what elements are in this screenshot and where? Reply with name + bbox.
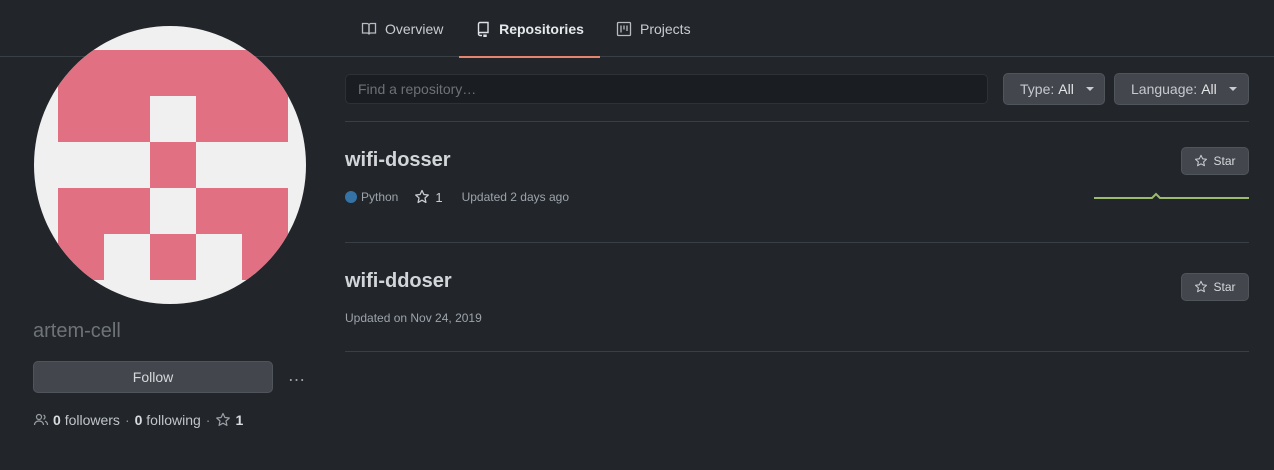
activity-sparkline: [1094, 192, 1249, 199]
repo-name-link[interactable]: wifi-ddoser: [345, 270, 452, 293]
caret-down-icon: [1228, 87, 1237, 91]
star-icon: [1195, 154, 1208, 167]
more-options-button[interactable]: …: [285, 366, 309, 388]
type-filter-label: Type:: [1020, 81, 1055, 97]
type-filter-value: All: [1058, 81, 1074, 97]
repo-name-link[interactable]: wifi-dosser: [345, 149, 451, 172]
language-filter-dropdown[interactable]: Language: All: [1114, 73, 1249, 105]
caret-down-icon: [1085, 87, 1094, 91]
repo-meta: Python 1 Updated 2 days ago: [345, 189, 569, 205]
avatar[interactable]: [34, 26, 306, 304]
star-button[interactable]: Star: [1181, 147, 1249, 175]
language-filter-value: All: [1201, 81, 1217, 97]
language-color-dot: [345, 191, 357, 203]
avatar-block: [196, 96, 288, 142]
following-label: following: [146, 412, 201, 428]
tab-projects[interactable]: Projects: [600, 0, 707, 57]
repo-icon: [477, 21, 489, 37]
avatar-block: [196, 188, 288, 234]
project-icon: [616, 21, 632, 36]
language-filter-label: Language:: [1131, 81, 1198, 97]
tab-repositories[interactable]: Repositories: [459, 0, 600, 58]
star-button[interactable]: Star: [1181, 273, 1249, 301]
repo-updated: Updated 2 days ago: [461, 190, 570, 204]
star-icon: [415, 189, 430, 204]
follow-button[interactable]: Follow: [33, 361, 273, 393]
repository-search-input[interactable]: [345, 74, 988, 104]
profile-username: artem-cell: [33, 320, 121, 342]
followers-link[interactable]: 0 followers: [53, 412, 120, 428]
avatar-block: [58, 50, 288, 96]
stars-link[interactable]: 1: [215, 412, 243, 428]
avatar-block: [242, 234, 288, 280]
repo-meta: Updated on Nov 24, 2019: [345, 310, 482, 326]
stats-separator: ·: [124, 412, 130, 428]
book-icon: [361, 22, 377, 35]
repo-language: Python: [361, 190, 399, 204]
tab-overview-label: Overview: [385, 20, 444, 37]
followers-count: 0: [53, 412, 61, 428]
avatar-block: [58, 96, 150, 142]
star-button-label: Star: [1213, 154, 1236, 168]
repo-updated: Updated on Nov 24, 2019: [345, 311, 482, 325]
following-count: 0: [134, 412, 143, 428]
avatar-block: [58, 234, 104, 280]
followers-label: followers: [64, 412, 120, 428]
divider: [345, 242, 1249, 243]
divider: [345, 121, 1249, 122]
divider: [345, 351, 1249, 352]
stats-separator: ·: [205, 412, 211, 428]
tab-repositories-label: Repositories: [499, 20, 584, 37]
avatar-block: [150, 234, 196, 280]
repo-star-count: 1: [435, 189, 443, 205]
avatar-block: [58, 188, 150, 234]
repo-stargazers-link[interactable]: 1: [414, 189, 443, 205]
tab-overview[interactable]: Overview: [345, 0, 459, 57]
follow-stats: 0 followers · 0 following · 1: [33, 411, 243, 429]
following-link[interactable]: 0 following: [135, 412, 201, 428]
people-icon: [33, 413, 49, 426]
star-icon: [216, 412, 231, 426]
star-icon: [1195, 280, 1208, 293]
avatar-block: [150, 142, 196, 188]
profile-page: Overview Repositories Projects artem-cel…: [0, 0, 1274, 470]
tab-projects-label: Projects: [640, 20, 691, 37]
stars-count: 1: [235, 412, 244, 428]
star-button-label: Star: [1213, 280, 1236, 294]
type-filter-dropdown[interactable]: Type: All: [1003, 73, 1105, 105]
